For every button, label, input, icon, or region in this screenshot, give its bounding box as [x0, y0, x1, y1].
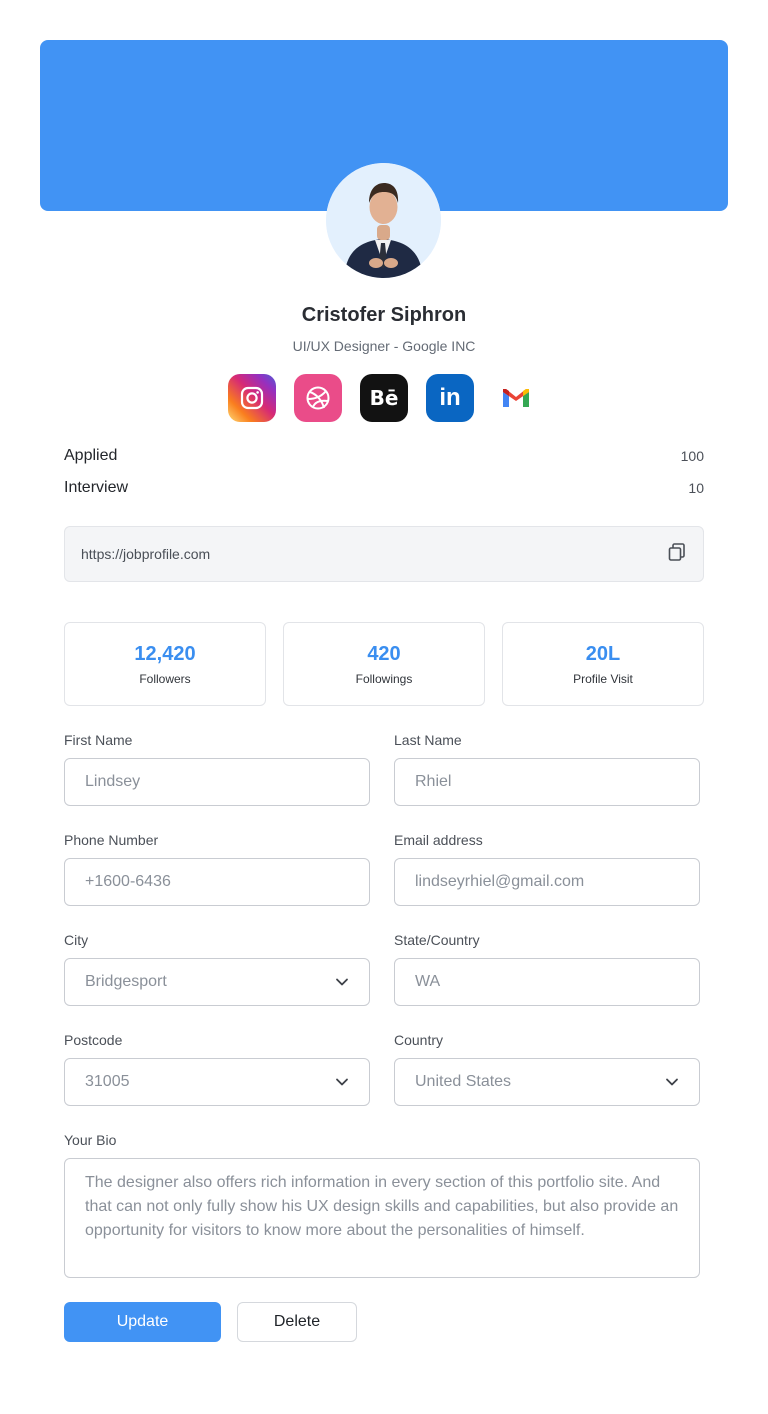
last-name-field[interactable]: Rhiel — [394, 758, 700, 806]
copy-icon[interactable] — [667, 542, 687, 567]
email-label: Email address — [394, 832, 483, 848]
bio-textarea[interactable]: The designer also offers rich informatio… — [64, 1158, 700, 1278]
last-name-value: Rhiel — [415, 773, 452, 790]
state-label: State/Country — [394, 932, 480, 948]
profile-name: Cristofer Siphron — [301, 304, 467, 326]
first-name-value: Lindsey — [85, 773, 141, 790]
city-label: City — [64, 932, 89, 948]
profile-visit-card[interactable]: 20L Profile Visit — [502, 622, 704, 706]
postcode-value: 31005 — [85, 1073, 130, 1090]
country-select[interactable]: United States — [394, 1058, 700, 1106]
postcode-select[interactable]: 31005 — [64, 1058, 370, 1106]
followings-label: Followings — [355, 671, 413, 686]
social-links: Bē in — [228, 374, 540, 422]
instagram-icon[interactable] — [228, 374, 276, 422]
behance-icon[interactable]: Bē — [360, 374, 408, 422]
interview-label: Interview — [64, 479, 129, 496]
state-field[interactable]: WA — [394, 958, 700, 1006]
last-name-label: Last Name — [394, 732, 462, 748]
first-name-label: First Name — [64, 732, 133, 748]
chevron-down-icon[interactable] — [665, 1075, 679, 1089]
postcode-label: Postcode — [64, 1032, 123, 1048]
email-field[interactable]: lindseyrhiel@gmail.com — [394, 858, 700, 906]
interview-row: Interview 10 — [64, 479, 704, 497]
phone-field[interactable]: +1600-6436 — [64, 858, 370, 906]
profile-role: UI/UX Designer - Google INC — [292, 338, 476, 354]
applied-value: 100 — [680, 448, 704, 464]
followings-card[interactable]: 420 Followings — [283, 622, 485, 706]
behance-label: Bē — [369, 386, 399, 410]
profile-url[interactable]: https://jobprofile.com — [81, 546, 210, 562]
phone-label: Phone Number — [64, 832, 159, 848]
state-value: WA — [415, 973, 441, 990]
dribbble-icon[interactable] — [294, 374, 342, 422]
profile-url-field[interactable]: https://jobprofile.com — [64, 526, 704, 582]
applied-label: Applied — [64, 447, 118, 464]
country-label: Country — [394, 1032, 444, 1048]
city-value: Bridgesport — [85, 973, 167, 990]
chevron-down-icon[interactable] — [335, 975, 349, 989]
applied-row: Applied 100 — [64, 447, 704, 465]
chevron-down-icon[interactable] — [335, 1075, 349, 1089]
gmail-icon[interactable] — [492, 374, 540, 422]
bio-label: Your Bio — [64, 1132, 117, 1148]
linkedin-icon[interactable]: in — [426, 374, 474, 422]
email-value: lindseyrhiel@gmail.com — [415, 873, 585, 890]
city-select[interactable]: Bridgesport — [64, 958, 370, 1006]
profile-visit-label: Profile Visit — [573, 671, 633, 686]
first-name-field[interactable]: Lindsey — [64, 758, 370, 806]
avatar[interactable] — [326, 163, 441, 278]
delete-button[interactable]: Delete — [237, 1302, 357, 1342]
profile-visit-count: 20L — [585, 642, 621, 665]
followers-card[interactable]: 12,420 Followers — [64, 622, 266, 706]
linkedin-label: in — [439, 384, 461, 411]
interview-value: 10 — [688, 480, 704, 496]
avatar-photo — [326, 163, 441, 278]
country-value: United States — [415, 1073, 512, 1090]
followings-count: 420 — [367, 642, 401, 665]
stats-cards: 12,420 Followers 420 Followings 20L Prof… — [64, 622, 704, 706]
phone-value: +1600-6436 — [85, 873, 171, 890]
followers-label: Followers — [139, 671, 191, 686]
update-button[interactable]: Update — [64, 1302, 221, 1342]
followers-count: 12,420 — [134, 642, 196, 665]
